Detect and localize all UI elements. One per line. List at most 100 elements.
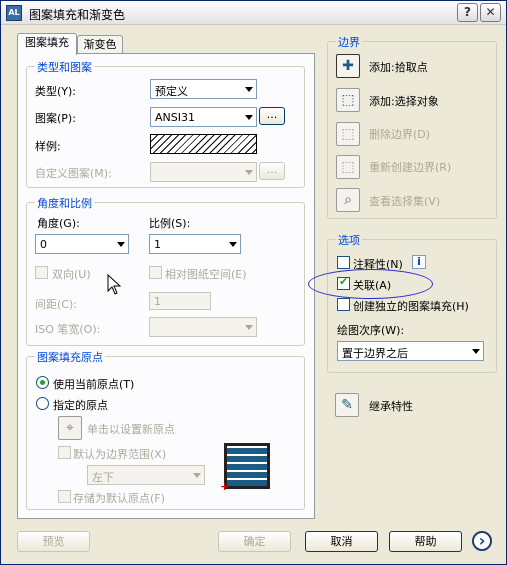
hatch-tab-panel: 类型和图案 类型(Y): 预定义 图案(P): ANSI31 ... 样例: 自… bbox=[17, 53, 315, 519]
chevron-down-icon bbox=[229, 242, 237, 247]
help-button[interactable]: 帮助 bbox=[389, 531, 462, 552]
type-pattern-group: 类型和图案 类型(Y): 预定义 图案(P): ANSI31 ... 样例: 自… bbox=[26, 59, 305, 188]
custom-pattern-label: 自定义图案(M): bbox=[35, 167, 112, 180]
custom-browse-button[interactable]: ... bbox=[259, 162, 285, 180]
window-title: 图案填充和渐变色 bbox=[29, 8, 126, 22]
hatch-origin-title: 图案填充原点 bbox=[35, 349, 105, 365]
spacing-value: 1 bbox=[154, 295, 161, 308]
add-select-objects-label: 添加:选择对象 bbox=[369, 95, 439, 108]
add-pick-points-button[interactable]: ✚ bbox=[336, 54, 360, 78]
type-pattern-title: 类型和图案 bbox=[35, 59, 94, 75]
chevron-down-icon bbox=[472, 349, 480, 354]
angle-select[interactable]: 0 bbox=[35, 234, 129, 254]
recreate-boundary-icon: ⬚ bbox=[341, 159, 355, 175]
extents-position-select[interactable]: 左下 bbox=[87, 465, 205, 485]
chevron-down-icon bbox=[245, 87, 253, 92]
scale-select[interactable]: 1 bbox=[149, 234, 241, 254]
mouse-cursor-icon bbox=[107, 274, 122, 295]
spacing-input[interactable]: 1 bbox=[149, 292, 211, 310]
inherit-properties-button[interactable]: ✎ bbox=[335, 393, 359, 417]
boundaries-group: 边界 ✚ 添加:拾取点 ⬚ 添加:选择对象 ⬚ 删除边界(D) ⬚ 重新创建边界… bbox=[327, 34, 497, 219]
store-default-checkbox[interactable] bbox=[58, 490, 71, 503]
close-button[interactable]: ✕ bbox=[480, 3, 501, 22]
remove-boundaries-label: 删除边界(D) bbox=[369, 128, 431, 141]
independent-hatch-checkbox[interactable] bbox=[337, 298, 350, 311]
ok-button[interactable]: 确定 bbox=[218, 531, 291, 552]
default-extents-label: 默认为边界范围(X) bbox=[73, 448, 167, 461]
scale-label: 比例(S): bbox=[149, 217, 191, 230]
radio-dot bbox=[40, 380, 45, 385]
origin-marker-icon: + bbox=[220, 480, 230, 493]
chevron-down-icon bbox=[245, 325, 253, 330]
type-value: 预定义 bbox=[155, 85, 188, 98]
pick-point-icon: ⌖ bbox=[66, 420, 74, 436]
type-select[interactable]: 预定义 bbox=[150, 79, 257, 99]
tab-gradient[interactable]: 渐变色 bbox=[77, 35, 123, 55]
boundaries-title: 边界 bbox=[336, 34, 362, 50]
tab-hatch[interactable]: 图案填充 bbox=[17, 33, 77, 55]
use-current-origin-radio[interactable] bbox=[36, 376, 49, 389]
add-select-objects-button[interactable]: ⬚ bbox=[336, 88, 360, 112]
origin-preview-image bbox=[224, 443, 270, 489]
paintbrush-icon: ✎ bbox=[341, 397, 353, 413]
chevron-down-icon bbox=[193, 473, 201, 478]
type-label: 类型(Y): bbox=[35, 85, 77, 98]
chevron-down-icon bbox=[245, 170, 253, 175]
draw-order-value: 置于边界之后 bbox=[342, 347, 408, 360]
specified-origin-label: 指定的原点 bbox=[53, 399, 108, 412]
view-selections-button[interactable]: ⌕ bbox=[336, 188, 360, 212]
chevron-down-icon bbox=[245, 115, 253, 120]
iso-pen-label: ISO 笔宽(O): bbox=[35, 323, 101, 336]
angle-value: 0 bbox=[40, 238, 47, 251]
add-pick-points-label: 添加:拾取点 bbox=[369, 61, 428, 74]
chevron-down-icon bbox=[117, 242, 125, 247]
swatch-label: 样例: bbox=[35, 140, 61, 153]
independent-hatch-label: 创建独立的图案填充(H) bbox=[353, 300, 469, 313]
hatch-origin-group: 图案填充原点 使用当前原点(T) 指定的原点 ⌖ 单击以设置新原点 默认为边界范… bbox=[26, 349, 305, 510]
view-selections-label: 查看选择集(V) bbox=[369, 195, 441, 208]
remove-boundaries-icon: ⬚ bbox=[341, 126, 355, 142]
click-set-origin-label: 单击以设置新原点 bbox=[87, 423, 175, 436]
relative-paper-label: 相对图纸空间(E) bbox=[165, 268, 247, 281]
iso-pen-select[interactable] bbox=[149, 317, 257, 337]
angle-scale-group: 角度和比例 角度(G): 0 比例(S): 1 双向(U) 相对图纸空间(E) … bbox=[26, 195, 305, 346]
pattern-select[interactable]: ANSI31 bbox=[150, 107, 257, 127]
angle-scale-title: 角度和比例 bbox=[35, 195, 94, 211]
cancel-button[interactable]: 取消 bbox=[305, 531, 378, 552]
title-bar: AL 图案填充和渐变色 ? ✕ bbox=[1, 1, 506, 25]
annotative-checkbox[interactable] bbox=[337, 256, 350, 269]
custom-pattern-select[interactable] bbox=[150, 162, 257, 182]
pattern-label: 图案(P): bbox=[35, 112, 76, 125]
pattern-swatch[interactable] bbox=[150, 134, 257, 154]
relative-paper-checkbox[interactable] bbox=[149, 266, 162, 279]
select-objects-icon: ⬚ bbox=[341, 92, 355, 108]
use-current-origin-label: 使用当前原点(T) bbox=[53, 378, 135, 391]
inherit-properties-label: 继承特性 bbox=[369, 400, 413, 413]
recreate-boundary-label: 重新创建边界(R) bbox=[369, 161, 452, 174]
scale-value: 1 bbox=[154, 238, 161, 251]
options-group: 选项 注释性(N) i ✔ 关联(A) 创建独立的图案填充(H) 绘图次序(W)… bbox=[308, 232, 497, 373]
double-label: 双向(U) bbox=[52, 268, 91, 281]
default-extents-checkbox[interactable] bbox=[58, 446, 71, 459]
more-options-button[interactable]: › bbox=[472, 531, 492, 551]
store-default-label: 存储为默认原点(F) bbox=[73, 492, 165, 505]
magnifier-icon: ⌕ bbox=[344, 192, 352, 208]
click-set-origin-button[interactable]: ⌖ bbox=[58, 416, 82, 440]
app-icon: AL bbox=[6, 5, 22, 21]
extents-position-value: 左下 bbox=[92, 471, 114, 484]
spacing-label: 间距(C): bbox=[35, 298, 77, 311]
draw-order-label: 绘图次序(W): bbox=[337, 324, 405, 337]
pattern-browse-button[interactable]: ... bbox=[259, 107, 285, 125]
help-title-button[interactable]: ? bbox=[457, 3, 478, 22]
preview-button[interactable]: 预览 bbox=[17, 531, 90, 552]
draw-order-select[interactable]: 置于边界之后 bbox=[337, 341, 484, 361]
double-checkbox[interactable] bbox=[35, 266, 48, 279]
dialog-window: AL 图案填充和渐变色 ? ✕ 图案填充 渐变色 类型和图案 类型(Y): 预定… bbox=[0, 0, 507, 565]
specified-origin-radio[interactable] bbox=[36, 397, 49, 410]
remove-boundaries-button[interactable]: ⬚ bbox=[336, 122, 360, 146]
options-title: 选项 bbox=[336, 232, 362, 248]
info-icon[interactable]: i bbox=[412, 255, 426, 269]
pattern-value: ANSI31 bbox=[155, 111, 195, 124]
recreate-boundary-button[interactable]: ⬚ bbox=[336, 155, 360, 179]
highlight-ellipse bbox=[308, 269, 433, 299]
